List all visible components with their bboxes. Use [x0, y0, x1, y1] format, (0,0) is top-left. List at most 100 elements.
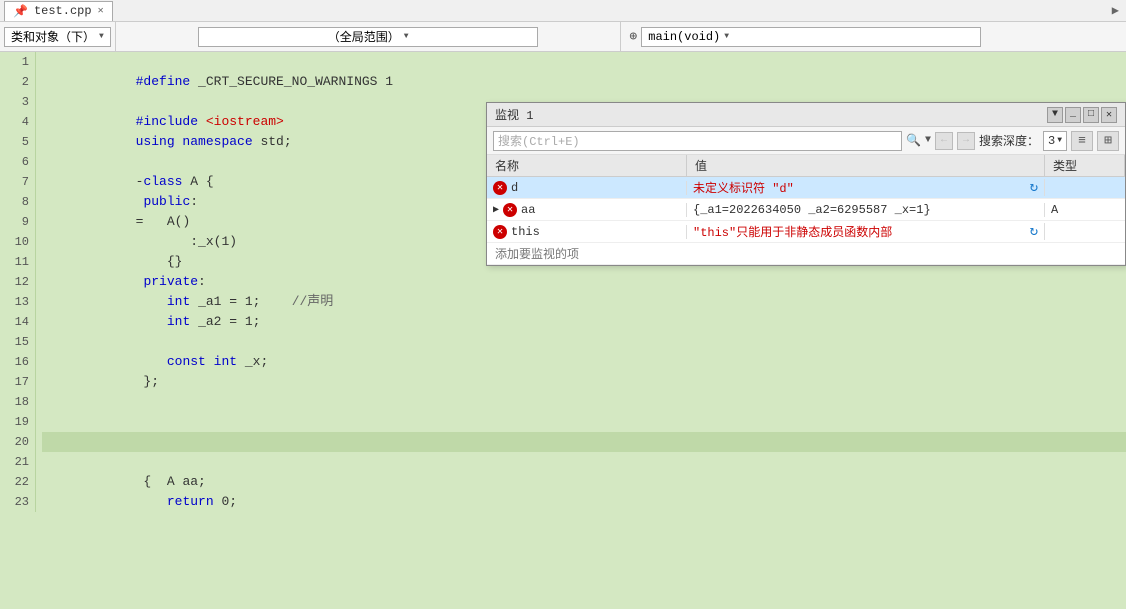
watch-type-aa: A: [1051, 203, 1058, 217]
code-line-12: int _a1 = 1; //声明: [42, 272, 1126, 292]
line-num-21: 21: [0, 452, 35, 472]
scope-dropdown-arrow: ▼: [404, 32, 409, 41]
code-line-20: ➤ {: [42, 432, 1126, 452]
watch-toolbar: 搜索(Ctrl+E) 🔍 ▼ ← → 搜索深度： 3 ▼ ≡ ⊞: [487, 127, 1125, 155]
search-dropdown-icon[interactable]: ▼: [925, 135, 931, 146]
line-num-2: 2: [0, 72, 35, 92]
line-num-11: 11: [0, 252, 35, 272]
watch-minimize-btn[interactable]: _: [1065, 107, 1081, 123]
watch-row-aa[interactable]: ▶ ✕ aa {_a1=2022634050 _a2=6295587 _x=1}…: [487, 199, 1125, 221]
watch-col-header-value: 值: [687, 155, 1045, 176]
search-icon: 🔍: [906, 133, 921, 148]
overlay-container: 1 2 3 4 5 6 7 8 9 10 11 12 13 14 15 16 1: [0, 52, 1126, 609]
line-num-13: 13: [0, 292, 35, 312]
line-num-8: 8: [0, 192, 35, 212]
error-icon-this: ✕: [493, 225, 507, 239]
code-line-22: return 0;: [42, 472, 1126, 492]
search-back-btn[interactable]: ←: [935, 132, 953, 150]
code-line-19: -int main(void): [42, 412, 1126, 432]
watch-name-this: this: [511, 225, 540, 239]
watch-cell-value-aa: {_a1=2022634050 _a2=6295587 _x=1}: [687, 203, 1045, 217]
error-icon-aa: ✕: [503, 203, 517, 217]
expand-arrow-aa[interactable]: ▶: [493, 204, 499, 216]
watch-close-btn[interactable]: ✕: [1101, 107, 1117, 123]
line-num-17: 17: [0, 372, 35, 392]
code-line-17: [42, 372, 1126, 392]
line-num-14: 14: [0, 312, 35, 332]
class-section: 类和对象（下） ▼: [0, 22, 116, 51]
main-area: 1 2 3 4 5 6 7 8 9 10 11 12 13 14 15 16 1: [0, 52, 1126, 609]
code-line-15: const int _x;: [42, 332, 1126, 352]
line-num-18: 18: [0, 392, 35, 412]
watch-icon-btn-1[interactable]: ≡: [1071, 131, 1093, 151]
col-value-label: 值: [695, 157, 707, 174]
depth-section: 搜索深度： 3 ▼: [979, 131, 1067, 151]
watch-cell-value-d: 未定义标识符 "d" ↻: [687, 179, 1045, 196]
tab-filename: test.cpp: [34, 4, 92, 18]
line-num-5: 5: [0, 132, 35, 152]
line-num-9: 9: [0, 212, 35, 232]
error-icon-d: ✕: [493, 181, 507, 195]
watch-add-label: 添加要监视的项: [495, 245, 579, 262]
scroll-right-icon[interactable]: ▶: [1109, 4, 1122, 18]
class-dropdown[interactable]: 类和对象（下） ▼: [4, 27, 111, 47]
watch-value-aa: {_a1=2022634050 _a2=6295587 _x=1}: [693, 203, 931, 217]
line-num-20: 20: [0, 432, 35, 452]
watch-cell-name-aa: ▶ ✕ aa: [487, 203, 687, 217]
line-num-6: 6: [0, 152, 35, 172]
func-dropdown[interactable]: main(void) ▼: [641, 27, 981, 47]
col-name-label: 名称: [495, 157, 519, 174]
line-num-10: 10: [0, 232, 35, 252]
watch-icon-btn-2[interactable]: ⊞: [1097, 131, 1119, 151]
watch-title-text: 监视 1: [495, 106, 533, 123]
search-box[interactable]: 搜索(Ctrl+E): [493, 131, 902, 151]
scope-dropdown[interactable]: （全局范围） ▼: [198, 27, 538, 47]
code-line-14: [42, 312, 1126, 332]
scope-icon: ⊕: [629, 29, 637, 44]
toolbar: 类和对象（下） ▼ （全局范围） ▼ ⊕ main(void) ▼: [0, 22, 1126, 52]
watch-cell-value-this: "this"只能用于非静态成员函数内部 ↻: [687, 223, 1045, 240]
search-forward-btn[interactable]: →: [957, 132, 975, 150]
watch-title-controls: ▼ _ □ ✕: [1047, 107, 1117, 123]
title-bar-right: ▶: [1109, 3, 1122, 18]
line-num-22: 22: [0, 472, 35, 492]
class-dropdown-label: 类和对象（下）: [11, 28, 95, 45]
watch-row-this[interactable]: ✕ this "this"只能用于非静态成员函数内部 ↻: [487, 221, 1125, 243]
depth-value: 3: [1048, 134, 1055, 148]
depth-box[interactable]: 3 ▼: [1043, 131, 1067, 151]
watch-dropdown-btn[interactable]: ▼: [1047, 107, 1063, 123]
watch-name-d: d: [511, 181, 518, 195]
line-num-23: 23: [0, 492, 35, 512]
class-dropdown-arrow: ▼: [99, 32, 104, 41]
code-line-16: };: [42, 352, 1126, 372]
watch-window: 监视 1 ▼ _ □ ✕ 搜索(Ctrl+E) 🔍 ▼ ← → 搜索深度：: [486, 102, 1126, 266]
watch-row-d[interactable]: ✕ d 未定义标识符 "d" ↻: [487, 177, 1125, 199]
line-num-19: 19: [0, 412, 35, 432]
col-type-label: 类型: [1053, 157, 1077, 174]
file-tab[interactable]: 📌 test.cpp ✕: [4, 1, 113, 21]
scope-dropdown-label: （全局范围）: [328, 28, 400, 45]
line-num-4: 4: [0, 112, 35, 132]
refresh-icon-d[interactable]: ↻: [1030, 179, 1038, 196]
watch-col-header-name: 名称: [487, 155, 687, 176]
watch-value-d: 未定义标识符 "d": [693, 179, 794, 196]
func-dropdown-arrow: ▼: [724, 32, 729, 41]
search-placeholder-text: 搜索(Ctrl+E): [498, 132, 580, 149]
code-line-23: }: [42, 492, 1126, 512]
func-section: ⊕ main(void) ▼: [621, 22, 1126, 51]
watch-header: 名称 值 类型: [487, 155, 1125, 177]
tab-close-icon[interactable]: ✕: [98, 5, 104, 17]
depth-dropdown-icon[interactable]: ▼: [1057, 136, 1062, 145]
watch-cell-type-aa: A: [1045, 203, 1125, 217]
line-num-12: 12: [0, 272, 35, 292]
watch-maximize-btn[interactable]: □: [1083, 107, 1099, 123]
code-line-18: [42, 392, 1126, 412]
line-num-15: 15: [0, 332, 35, 352]
func-dropdown-label: main(void): [648, 30, 720, 44]
watch-value-this: "this"只能用于非静态成员函数内部: [693, 223, 892, 240]
scope-section: （全局范围） ▼: [116, 22, 622, 51]
watch-add-row[interactable]: 添加要监视的项: [487, 243, 1125, 265]
watch-cell-name-this: ✕ this: [487, 225, 687, 239]
watch-cell-name-d: ✕ d: [487, 181, 687, 195]
refresh-icon-this[interactable]: ↻: [1030, 223, 1038, 240]
